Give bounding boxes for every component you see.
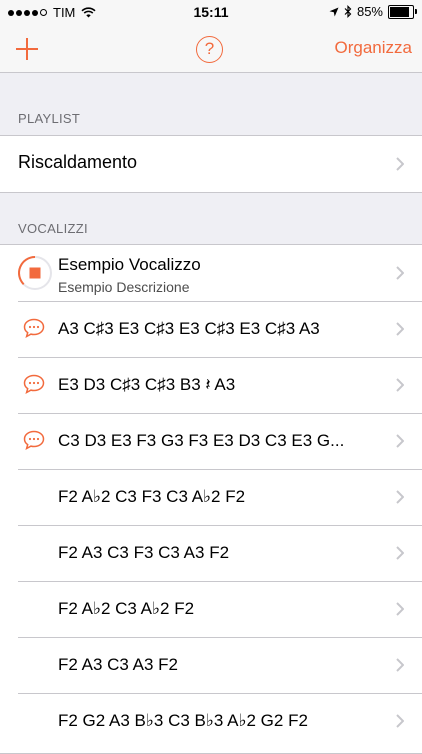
- vocalizzo-item[interactable]: F2 A♭2 C3 A♭2 F2: [0, 581, 422, 637]
- navigation-bar: ? Organizza: [0, 26, 422, 73]
- plus-icon: [16, 38, 38, 60]
- add-button[interactable]: [14, 36, 40, 62]
- playlist-list: Riscaldamento: [0, 135, 422, 193]
- vocalizzo-title: F2 A3 C3 F3 C3 A3 F2: [58, 543, 230, 562]
- chevron-right-icon: [396, 546, 404, 560]
- vocalizzo-subtitle: Esempio Descrizione: [58, 279, 190, 295]
- chevron-right-icon: [396, 490, 404, 504]
- chevron-right-icon: [396, 322, 404, 336]
- vocalizzo-title: F2 A3 C3 A3 F2: [58, 655, 179, 674]
- playlist-item-riscaldamento[interactable]: Riscaldamento: [0, 136, 422, 192]
- vocalizzo-item[interactable]: A3 C♯3 E3 C♯3 E3 C♯3 E3 C♯3 A3: [0, 301, 422, 357]
- chevron-right-icon: [396, 157, 404, 171]
- vocalizzo-title: F2 G2 A3 B♭3 C3 B♭3 A♭2 G2 F2: [58, 711, 308, 730]
- vocalizzo-item[interactable]: F2 A♭2 C3 F3 C3 A♭2 F2: [0, 469, 422, 525]
- bluetooth-icon: [344, 5, 352, 18]
- playlist-item-label: Riscaldamento: [18, 152, 138, 172]
- vocalizzi-section-header: VOCALIZZI: [18, 221, 88, 236]
- chevron-right-icon: [396, 434, 404, 448]
- chevron-right-icon: [396, 266, 404, 280]
- status-bar: TIM 15:11 85%: [0, 0, 422, 26]
- vocalizzo-item[interactable]: C3 D3 E3 F3 G3 F3 E3 D3 C3 E3 G...: [0, 413, 422, 469]
- vocalizzo-item[interactable]: F2 A3 C3 A3 F2: [0, 637, 422, 693]
- vocalizzi-list: Esempio Vocalizzo Esempio Descrizione A3…: [0, 244, 422, 754]
- vocalizzo-item[interactable]: F2 A3 C3 F3 C3 A3 F2: [0, 525, 422, 581]
- vocalizzo-title: E3 D3 C♯3 C♯3 B3 𝄽 A3: [58, 375, 236, 394]
- battery-level: [390, 6, 409, 17]
- speech-bubble-icon: [23, 430, 45, 450]
- vocalizzo-title: Esempio Vocalizzo: [58, 255, 201, 274]
- chevron-right-icon: [396, 378, 404, 392]
- vocalizzo-title: C3 D3 E3 F3 G3 F3 E3 D3 C3 E3 G...: [58, 431, 345, 450]
- battery-icon: [388, 4, 417, 19]
- chevron-right-icon: [396, 602, 404, 616]
- location-arrow-icon: [329, 7, 339, 16]
- organize-button[interactable]: Organizza: [335, 38, 412, 58]
- chevron-right-icon: [396, 658, 404, 672]
- stop-icon[interactable]: [17, 255, 53, 291]
- vocalizzo-item[interactable]: F2 G2 A3 B♭3 C3 B♭3 A♭2 G2 F2: [0, 693, 422, 749]
- speech-bubble-icon: [23, 374, 45, 394]
- vocalizzo-item[interactable]: Esempio Vocalizzo Esempio Descrizione: [0, 245, 422, 301]
- vocalizzo-item[interactable]: E3 D3 C♯3 C♯3 B3 𝄽 A3: [0, 357, 422, 413]
- battery-percentage: 85%: [356, 4, 383, 19]
- chevron-right-icon: [396, 714, 404, 728]
- status-right: 85%: [329, 4, 417, 19]
- speech-bubble-icon: [23, 318, 45, 338]
- playlist-section-header: PLAYLIST: [18, 111, 81, 126]
- help-button[interactable]: ?: [196, 36, 223, 63]
- vocalizzo-title: F2 A♭2 C3 A♭2 F2: [58, 599, 195, 618]
- vocalizzo-title: F2 A♭2 C3 F3 C3 A♭2 F2: [58, 487, 246, 506]
- vocalizzo-title: A3 C♯3 E3 C♯3 E3 C♯3 E3 C♯3 A3: [58, 319, 320, 338]
